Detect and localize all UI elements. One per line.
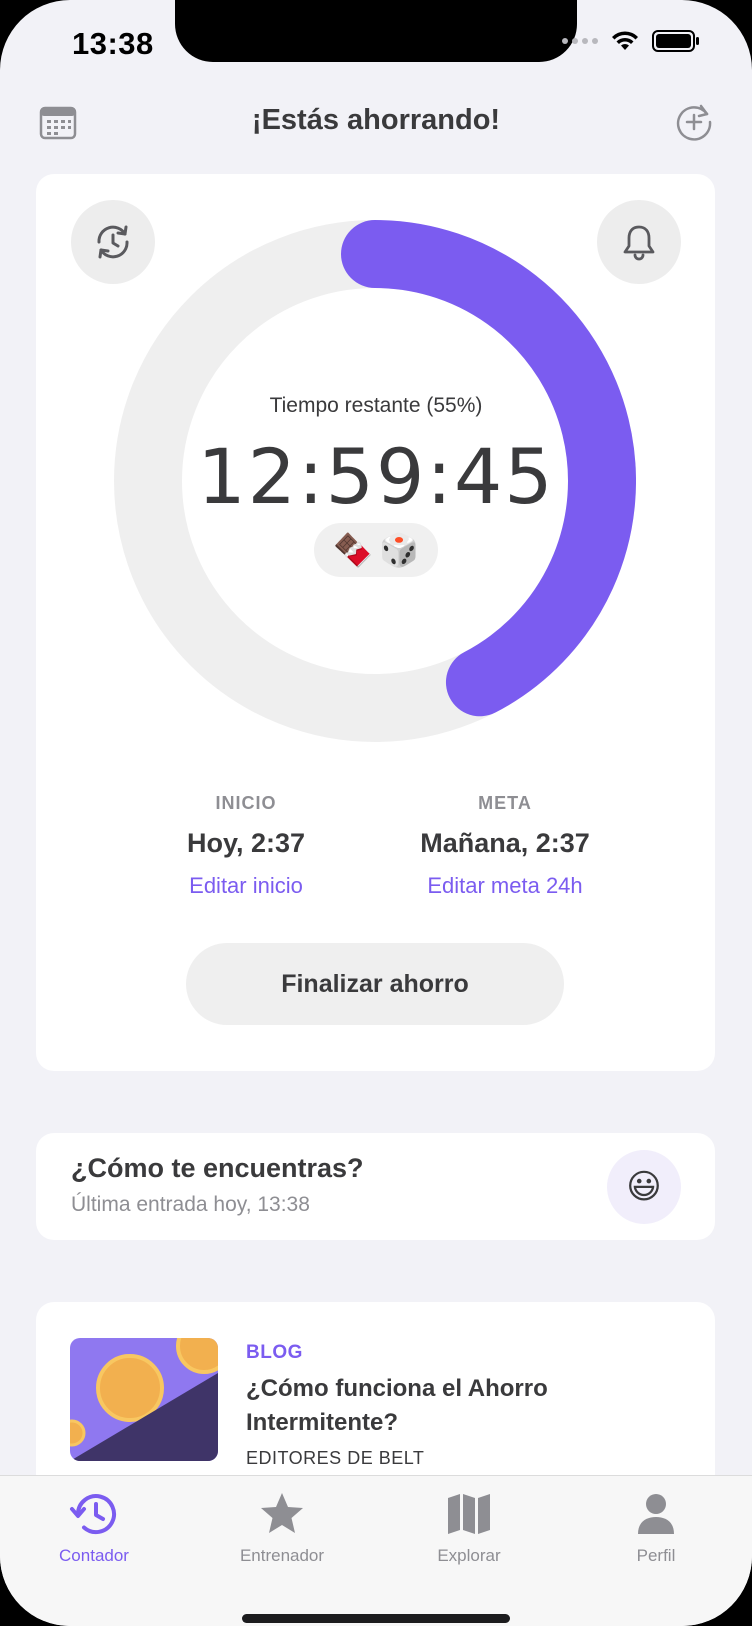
- tab-label: Perfil: [636, 1546, 676, 1565]
- tab-label: Contador: [59, 1546, 129, 1565]
- edit-goal-link[interactable]: Editar meta 24h: [355, 873, 655, 899]
- goal-label: META: [478, 793, 532, 813]
- blog-tag: BLOG: [246, 1342, 303, 1363]
- blog-card[interactable]: BLOG ¿Cómo funciona el Ahorro Intermiten…: [36, 1302, 715, 1502]
- status-indicators: [562, 30, 700, 52]
- battery-icon: [652, 30, 699, 52]
- person-icon: [638, 1494, 674, 1534]
- map-icon: [448, 1494, 490, 1534]
- mood-card[interactable]: ¿Cómo te encuentras? Última entrada hoy,…: [36, 1133, 715, 1240]
- start-column: INICIO Hoy, 2:37 Editar inicio: [96, 793, 396, 899]
- tab-perfil[interactable]: Perfil: [576, 1490, 736, 1566]
- add-circle-icon[interactable]: [674, 102, 714, 142]
- tab-label: Entrenador: [239, 1546, 325, 1565]
- tab-entrenador[interactable]: Entrenador: [202, 1490, 362, 1566]
- goal-value: Mañana, 2:37: [420, 828, 590, 858]
- start-label: INICIO: [215, 793, 277, 813]
- tab-label: Explorar: [437, 1546, 501, 1565]
- device-notch: [175, 0, 577, 62]
- blog-thumbnail: [70, 1338, 218, 1461]
- mood-button[interactable]: 😃: [607, 1150, 681, 1224]
- mood-last-entry: Última entrada hoy, 13:38: [71, 1193, 310, 1216]
- tab-bar: Contador Entrenador Explorar Perfil: [0, 1475, 752, 1626]
- tab-contador[interactable]: Contador: [14, 1490, 174, 1566]
- time-remaining-label: Tiempo restante (55%): [269, 394, 483, 417]
- chocolate-emoji: 🍫: [333, 532, 373, 568]
- app-screen: 13:38 ¡Estás ahorrando! Tiempo restante …: [0, 0, 752, 1626]
- dice-emoji: 🎲: [379, 532, 419, 568]
- tab-explorar[interactable]: Explorar: [389, 1490, 549, 1566]
- history-clock-icon: [70, 1494, 116, 1535]
- mood-title: ¿Cómo te encuentras?: [71, 1153, 364, 1183]
- edit-start-link[interactable]: Editar inicio: [96, 873, 396, 899]
- fast-type-badge[interactable]: 🍫 🎲: [314, 523, 438, 577]
- goal-column: META Mañana, 2:37 Editar meta 24h: [355, 793, 655, 899]
- smiley-emoji: 😃: [626, 1168, 662, 1206]
- page-title: ¡Estás ahorrando!: [251, 104, 501, 136]
- blog-author: EDITORES DE BELT: [246, 1448, 425, 1468]
- cellular-signal-icon: [562, 38, 598, 44]
- wifi-icon: [612, 31, 638, 50]
- start-value: Hoy, 2:37: [186, 828, 306, 858]
- status-time: 13:38: [72, 26, 154, 61]
- end-fast-button[interactable]: Finalizar ahorro: [186, 943, 564, 1025]
- blog-title: ¿Cómo funciona el Ahorro Intermitente?: [246, 1375, 548, 1436]
- star-icon: [261, 1493, 303, 1533]
- home-indicator: [242, 1614, 510, 1623]
- countdown-timer: 12:59:45: [197, 432, 555, 521]
